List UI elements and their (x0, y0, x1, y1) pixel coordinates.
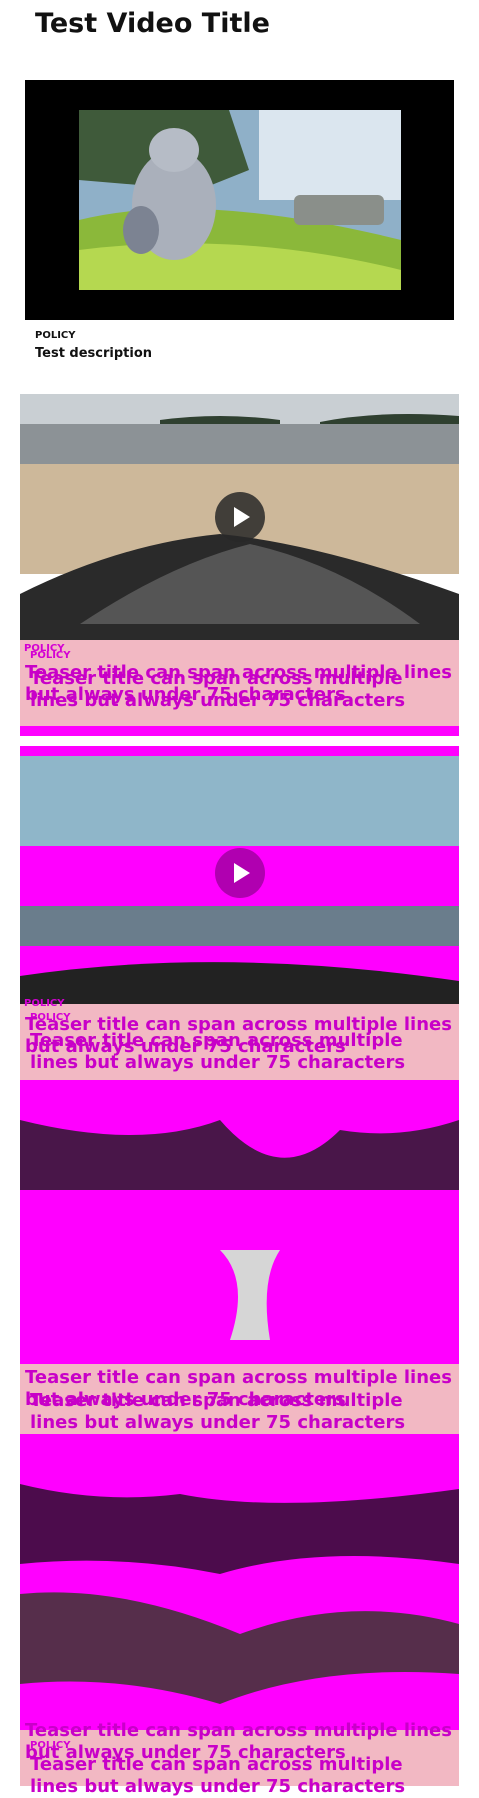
teaser-title[interactable]: Teaser title can span across multiple li… (30, 1754, 430, 1798)
teaser-label: POLICY (30, 1740, 71, 1751)
video-description: Test description (35, 346, 153, 361)
teaser-title[interactable]: Teaser title can span across multiple li… (30, 668, 430, 712)
teaser-card[interactable] (20, 1080, 459, 1364)
video-player[interactable] (25, 80, 454, 320)
teaser-title[interactable]: Teaser title can span across multiple li… (30, 1390, 430, 1434)
teaser-thumbnail (20, 1120, 459, 1340)
teaser-title[interactable]: Teaser title can span across multiple li… (30, 1030, 430, 1074)
page-title: Test Video Title (35, 8, 270, 39)
play-icon[interactable] (215, 492, 265, 542)
teaser-label: POLICY (24, 998, 65, 1009)
teaser-label: POLICY (30, 650, 71, 661)
video-frame (79, 110, 401, 290)
teaser-card[interactable] (20, 1434, 459, 1730)
video-category: POLICY (35, 330, 76, 341)
video-thumbnail (79, 110, 401, 290)
play-icon[interactable] (215, 848, 265, 898)
teaser-thumbnail (20, 1484, 459, 1704)
teaser-band-edge (20, 726, 459, 736)
